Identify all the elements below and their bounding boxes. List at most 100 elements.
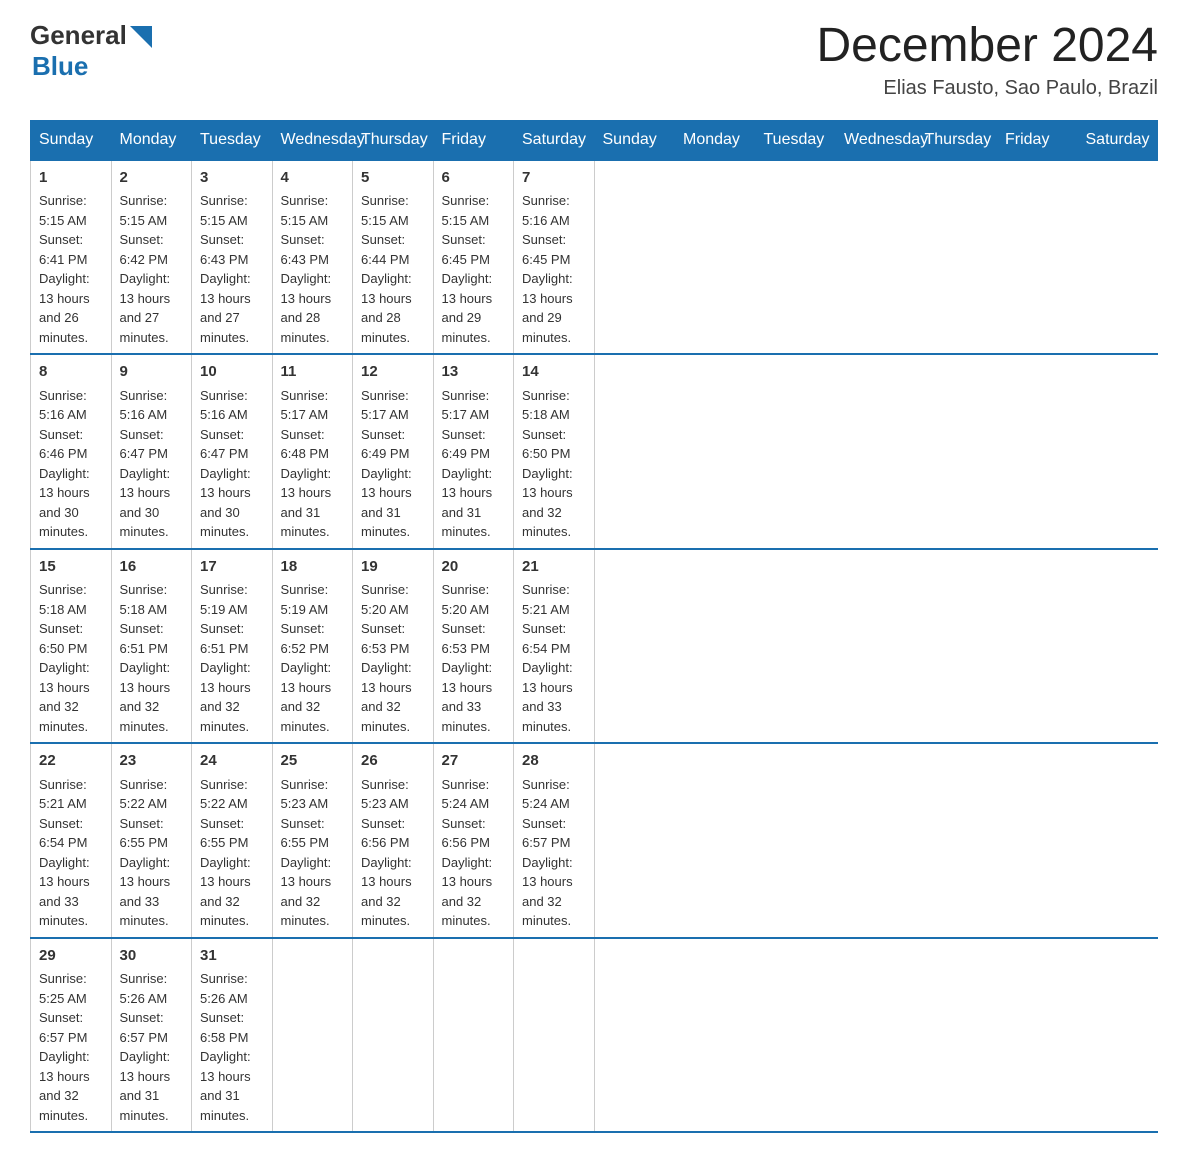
day-number: 31	[200, 945, 264, 968]
sunset-text: Sunset: 6:51 PM	[120, 619, 184, 658]
daylight-text: Daylight: 13 hours and 32 minutes.	[361, 853, 425, 931]
column-header-saturday: Saturday	[1077, 120, 1158, 160]
day-number: 6	[442, 167, 506, 190]
day-number: 9	[120, 361, 184, 384]
day-number: 3	[200, 167, 264, 190]
sunset-text: Sunset: 6:42 PM	[120, 230, 184, 269]
sunrise-text: Sunrise: 5:17 AM	[361, 386, 425, 425]
column-header-tuesday: Tuesday	[755, 120, 836, 160]
sunrise-text: Sunrise: 5:26 AM	[200, 969, 264, 1008]
calendar-cell: 23Sunrise: 5:22 AMSunset: 6:55 PMDayligh…	[111, 743, 192, 938]
sunrise-text: Sunrise: 5:16 AM	[120, 386, 184, 425]
sunset-text: Sunset: 6:44 PM	[361, 230, 425, 269]
calendar-cell: 21Sunrise: 5:21 AMSunset: 6:54 PMDayligh…	[514, 549, 595, 744]
day-number: 24	[200, 750, 264, 773]
daylight-text: Daylight: 13 hours and 30 minutes.	[200, 464, 264, 542]
calendar-cell: 27Sunrise: 5:24 AMSunset: 6:56 PMDayligh…	[433, 743, 514, 938]
week-row-2: 8Sunrise: 5:16 AMSunset: 6:46 PMDaylight…	[31, 354, 1158, 549]
calendar-cell	[272, 938, 353, 1133]
calendar-cell: 12Sunrise: 5:17 AMSunset: 6:49 PMDayligh…	[353, 354, 434, 549]
calendar-cell: 2Sunrise: 5:15 AMSunset: 6:42 PMDaylight…	[111, 160, 192, 355]
column-header-monday: Monday	[111, 120, 192, 160]
logo-general-text: General	[30, 20, 127, 51]
sunrise-text: Sunrise: 5:15 AM	[200, 191, 264, 230]
calendar-cell: 26Sunrise: 5:23 AMSunset: 6:56 PMDayligh…	[353, 743, 434, 938]
sunrise-text: Sunrise: 5:19 AM	[281, 580, 345, 619]
sunrise-text: Sunrise: 5:20 AM	[361, 580, 425, 619]
calendar-cell: 6Sunrise: 5:15 AMSunset: 6:45 PMDaylight…	[433, 160, 514, 355]
daylight-text: Daylight: 13 hours and 29 minutes.	[442, 269, 506, 347]
sunrise-text: Sunrise: 5:15 AM	[281, 191, 345, 230]
daylight-text: Daylight: 13 hours and 29 minutes.	[522, 269, 586, 347]
sunrise-text: Sunrise: 5:16 AM	[39, 386, 103, 425]
week-row-5: 29Sunrise: 5:25 AMSunset: 6:57 PMDayligh…	[31, 938, 1158, 1133]
calendar-cell: 16Sunrise: 5:18 AMSunset: 6:51 PMDayligh…	[111, 549, 192, 744]
daylight-text: Daylight: 13 hours and 32 minutes.	[39, 1047, 103, 1125]
sunrise-text: Sunrise: 5:19 AM	[200, 580, 264, 619]
daylight-text: Daylight: 13 hours and 32 minutes.	[200, 658, 264, 736]
sunset-text: Sunset: 6:45 PM	[522, 230, 586, 269]
column-header-wednesday: Wednesday	[272, 120, 353, 160]
sunrise-text: Sunrise: 5:15 AM	[120, 191, 184, 230]
calendar-cell: 8Sunrise: 5:16 AMSunset: 6:46 PMDaylight…	[31, 354, 112, 549]
calendar-cell: 30Sunrise: 5:26 AMSunset: 6:57 PMDayligh…	[111, 938, 192, 1133]
calendar-cell: 20Sunrise: 5:20 AMSunset: 6:53 PMDayligh…	[433, 549, 514, 744]
sunset-text: Sunset: 6:45 PM	[442, 230, 506, 269]
column-header-thursday: Thursday	[353, 120, 434, 160]
daylight-text: Daylight: 13 hours and 27 minutes.	[120, 269, 184, 347]
column-header-thursday: Thursday	[916, 120, 997, 160]
calendar-cell: 31Sunrise: 5:26 AMSunset: 6:58 PMDayligh…	[192, 938, 273, 1133]
calendar-header-row: SundayMondayTuesdayWednesdayThursdayFrid…	[31, 120, 1158, 160]
daylight-text: Daylight: 13 hours and 32 minutes.	[281, 658, 345, 736]
sunset-text: Sunset: 6:47 PM	[120, 425, 184, 464]
daylight-text: Daylight: 13 hours and 30 minutes.	[39, 464, 103, 542]
calendar-cell: 9Sunrise: 5:16 AMSunset: 6:47 PMDaylight…	[111, 354, 192, 549]
week-row-3: 15Sunrise: 5:18 AMSunset: 6:50 PMDayligh…	[31, 549, 1158, 744]
sunrise-text: Sunrise: 5:22 AM	[200, 775, 264, 814]
sunset-text: Sunset: 6:47 PM	[200, 425, 264, 464]
sunset-text: Sunset: 6:53 PM	[361, 619, 425, 658]
day-number: 20	[442, 556, 506, 579]
daylight-text: Daylight: 13 hours and 26 minutes.	[39, 269, 103, 347]
calendar-cell	[433, 938, 514, 1133]
daylight-text: Daylight: 13 hours and 32 minutes.	[281, 853, 345, 931]
sunset-text: Sunset: 6:56 PM	[361, 814, 425, 853]
sunrise-text: Sunrise: 5:18 AM	[522, 386, 586, 425]
column-header-sunday: Sunday	[594, 120, 675, 160]
daylight-text: Daylight: 13 hours and 32 minutes.	[120, 658, 184, 736]
logo: General Blue	[30, 20, 152, 82]
day-number: 10	[200, 361, 264, 384]
calendar-cell: 1Sunrise: 5:15 AMSunset: 6:41 PMDaylight…	[31, 160, 112, 355]
day-number: 12	[361, 361, 425, 384]
daylight-text: Daylight: 13 hours and 31 minutes.	[361, 464, 425, 542]
sunrise-text: Sunrise: 5:16 AM	[200, 386, 264, 425]
daylight-text: Daylight: 13 hours and 33 minutes.	[120, 853, 184, 931]
sunset-text: Sunset: 6:52 PM	[281, 619, 345, 658]
day-number: 8	[39, 361, 103, 384]
day-number: 30	[120, 945, 184, 968]
sunset-text: Sunset: 6:55 PM	[200, 814, 264, 853]
day-number: 13	[442, 361, 506, 384]
sunset-text: Sunset: 6:49 PM	[361, 425, 425, 464]
day-number: 27	[442, 750, 506, 773]
sunset-text: Sunset: 6:49 PM	[442, 425, 506, 464]
sunset-text: Sunset: 6:54 PM	[39, 814, 103, 853]
sunrise-text: Sunrise: 5:15 AM	[442, 191, 506, 230]
sunrise-text: Sunrise: 5:18 AM	[39, 580, 103, 619]
week-row-1: 1Sunrise: 5:15 AMSunset: 6:41 PMDaylight…	[31, 160, 1158, 355]
calendar-cell: 7Sunrise: 5:16 AMSunset: 6:45 PMDaylight…	[514, 160, 595, 355]
daylight-text: Daylight: 13 hours and 28 minutes.	[361, 269, 425, 347]
sunrise-text: Sunrise: 5:24 AM	[442, 775, 506, 814]
calendar-cell: 25Sunrise: 5:23 AMSunset: 6:55 PMDayligh…	[272, 743, 353, 938]
day-number: 5	[361, 167, 425, 190]
column-header-wednesday: Wednesday	[836, 120, 917, 160]
sunset-text: Sunset: 6:41 PM	[39, 230, 103, 269]
sunset-text: Sunset: 6:43 PM	[200, 230, 264, 269]
week-row-4: 22Sunrise: 5:21 AMSunset: 6:54 PMDayligh…	[31, 743, 1158, 938]
daylight-text: Daylight: 13 hours and 31 minutes.	[281, 464, 345, 542]
daylight-text: Daylight: 13 hours and 33 minutes.	[442, 658, 506, 736]
calendar-cell: 14Sunrise: 5:18 AMSunset: 6:50 PMDayligh…	[514, 354, 595, 549]
day-number: 16	[120, 556, 184, 579]
day-number: 19	[361, 556, 425, 579]
sunrise-text: Sunrise: 5:17 AM	[281, 386, 345, 425]
